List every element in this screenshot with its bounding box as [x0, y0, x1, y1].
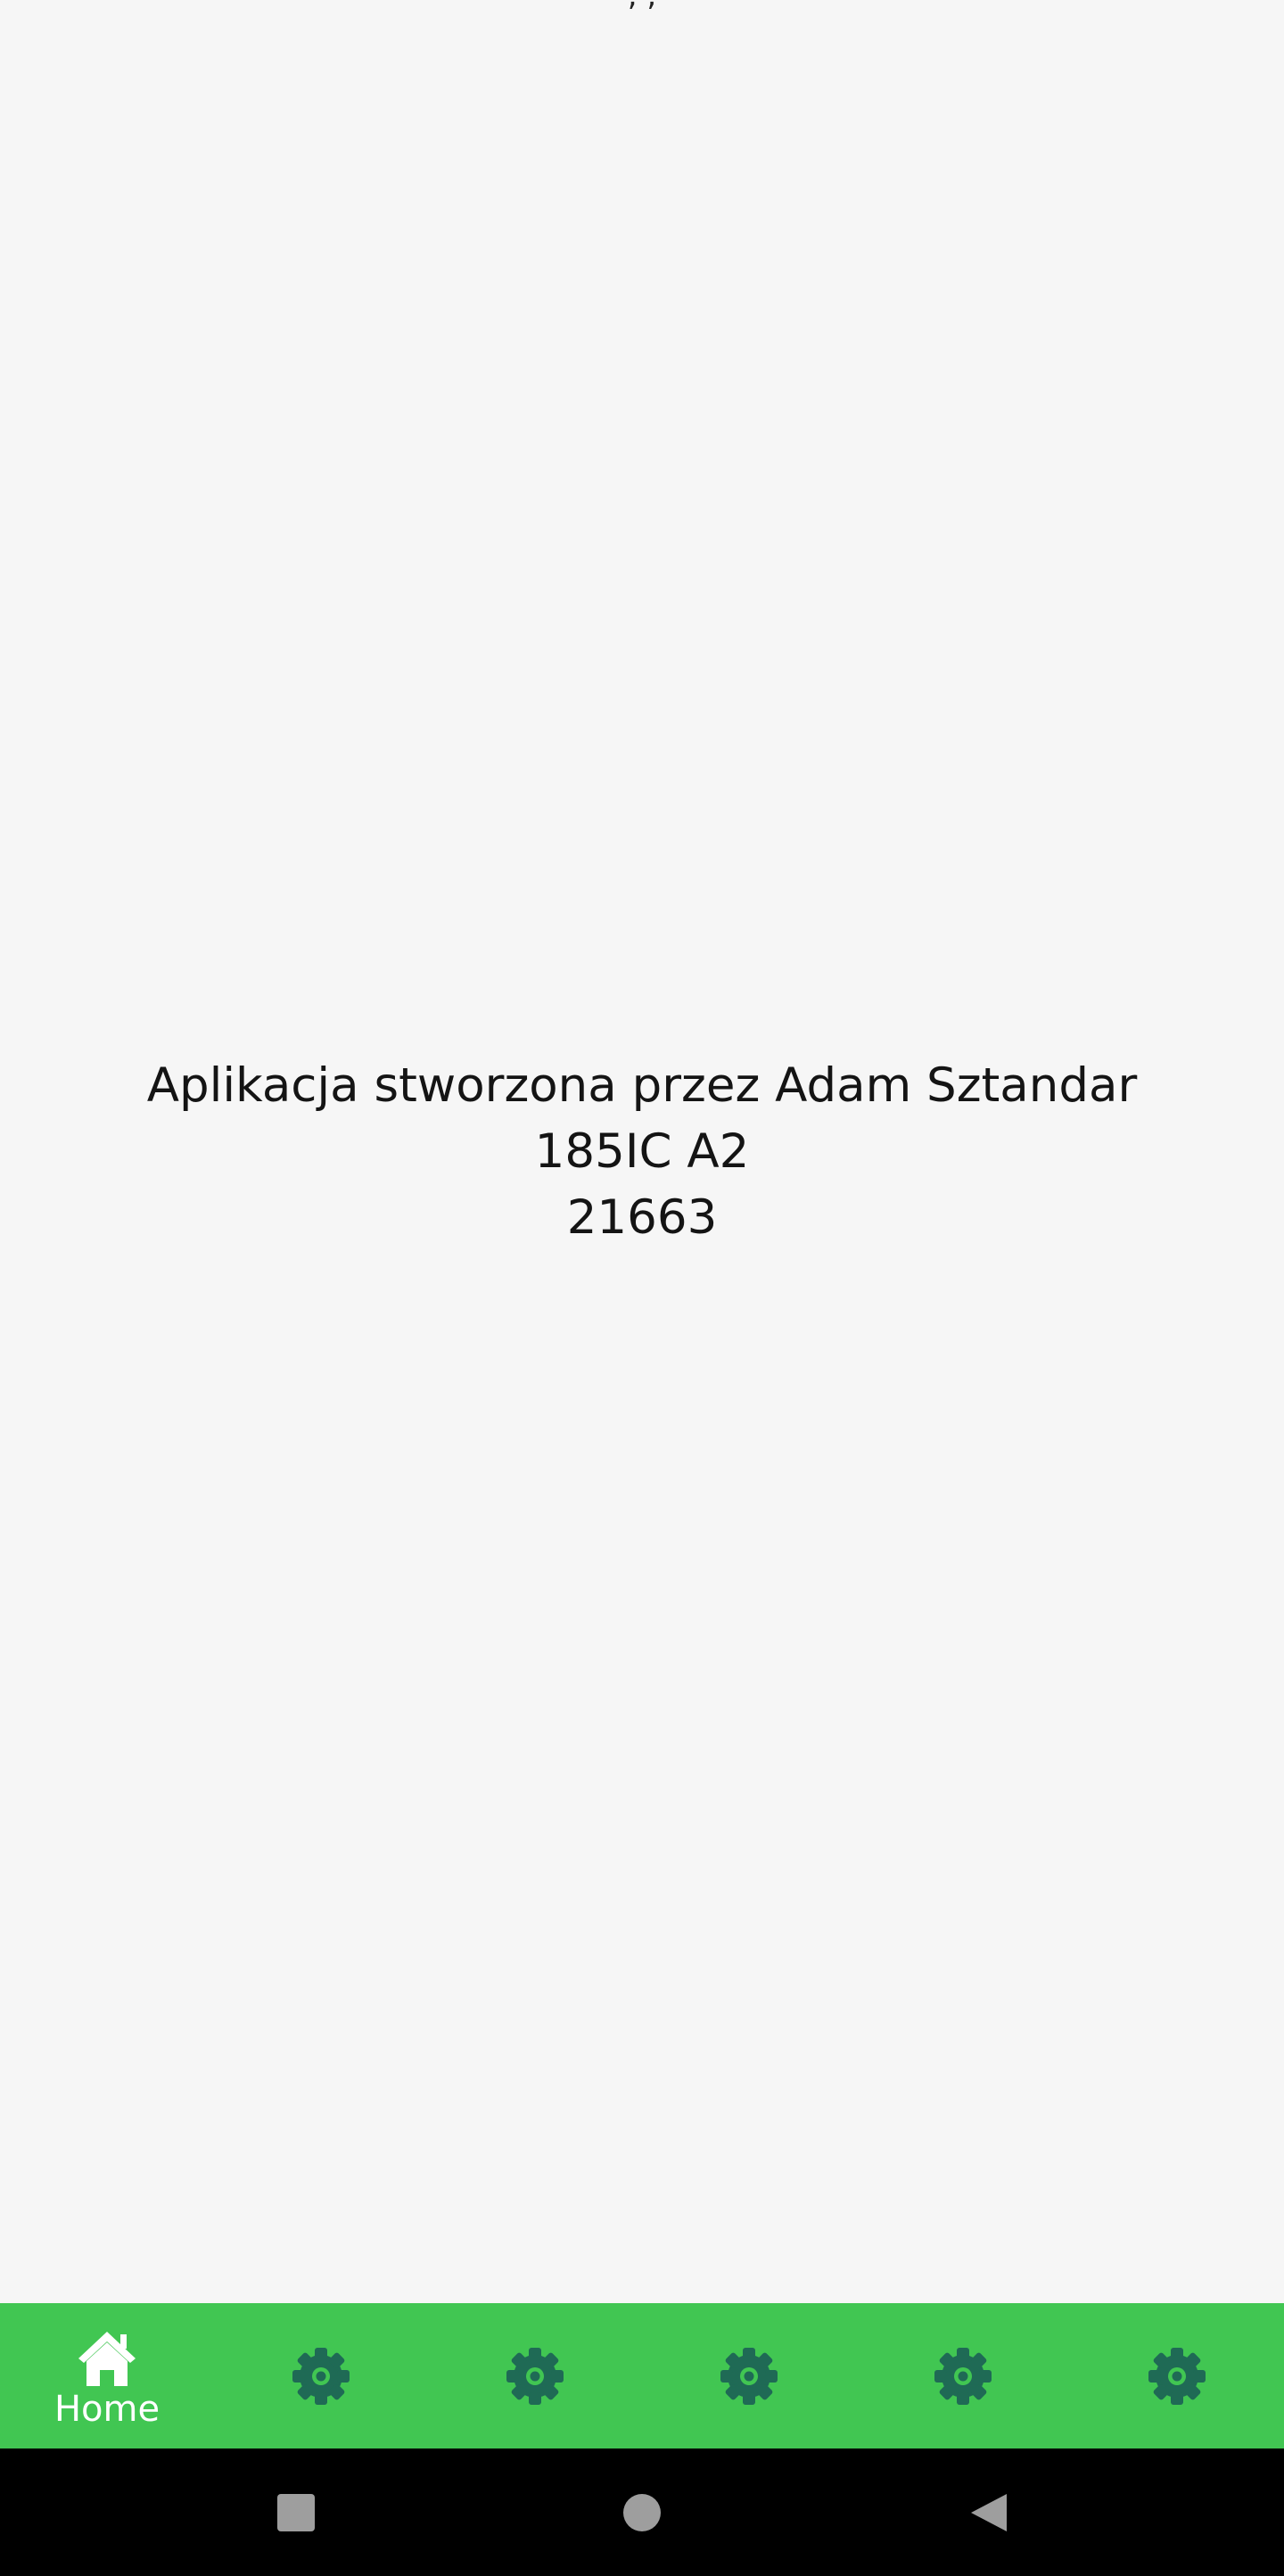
gear-icon — [1148, 2347, 1206, 2405]
home-icon — [78, 2331, 136, 2386]
system-navigation-bar — [0, 2448, 1284, 2576]
home-circle-icon — [623, 2493, 661, 2531]
gear-icon — [720, 2347, 778, 2405]
nav-item-settings-3[interactable] — [642, 2303, 856, 2448]
recents-button[interactable] — [243, 2448, 350, 2576]
nav-item-settings-1[interactable] — [214, 2303, 428, 2448]
nav-item-home[interactable]: Home — [0, 2303, 214, 2448]
recents-square-icon — [277, 2493, 315, 2531]
credit-line-group: 185IC A2 — [534, 1123, 750, 1179]
nav-item-settings-5[interactable] — [1070, 2303, 1284, 2448]
app-screen: , , Aplikacja stworzona przez Adam Sztan… — [0, 0, 1284, 2576]
gear-icon — [506, 2347, 564, 2405]
gear-icon — [934, 2347, 992, 2405]
credit-line-author: Aplikacja stworzona przez Adam Sztandar — [146, 1058, 1138, 1113]
bottom-navigation-bar: Home — [0, 2303, 1284, 2448]
gear-icon — [292, 2347, 350, 2405]
credit-line-id: 21663 — [566, 1189, 718, 1245]
nav-item-settings-2[interactable] — [428, 2303, 642, 2448]
credits-text-block: Aplikacja stworzona przez Adam Sztandar … — [147, 1053, 1138, 1251]
back-button[interactable] — [934, 2448, 1041, 2576]
system-home-button[interactable] — [588, 2448, 696, 2576]
back-triangle-icon — [971, 2493, 1007, 2531]
nav-item-settings-4[interactable] — [856, 2303, 1070, 2448]
main-content: Aplikacja stworzona przez Adam Sztandar … — [0, 0, 1284, 2303]
nav-item-home-label: Home — [54, 2388, 160, 2430]
